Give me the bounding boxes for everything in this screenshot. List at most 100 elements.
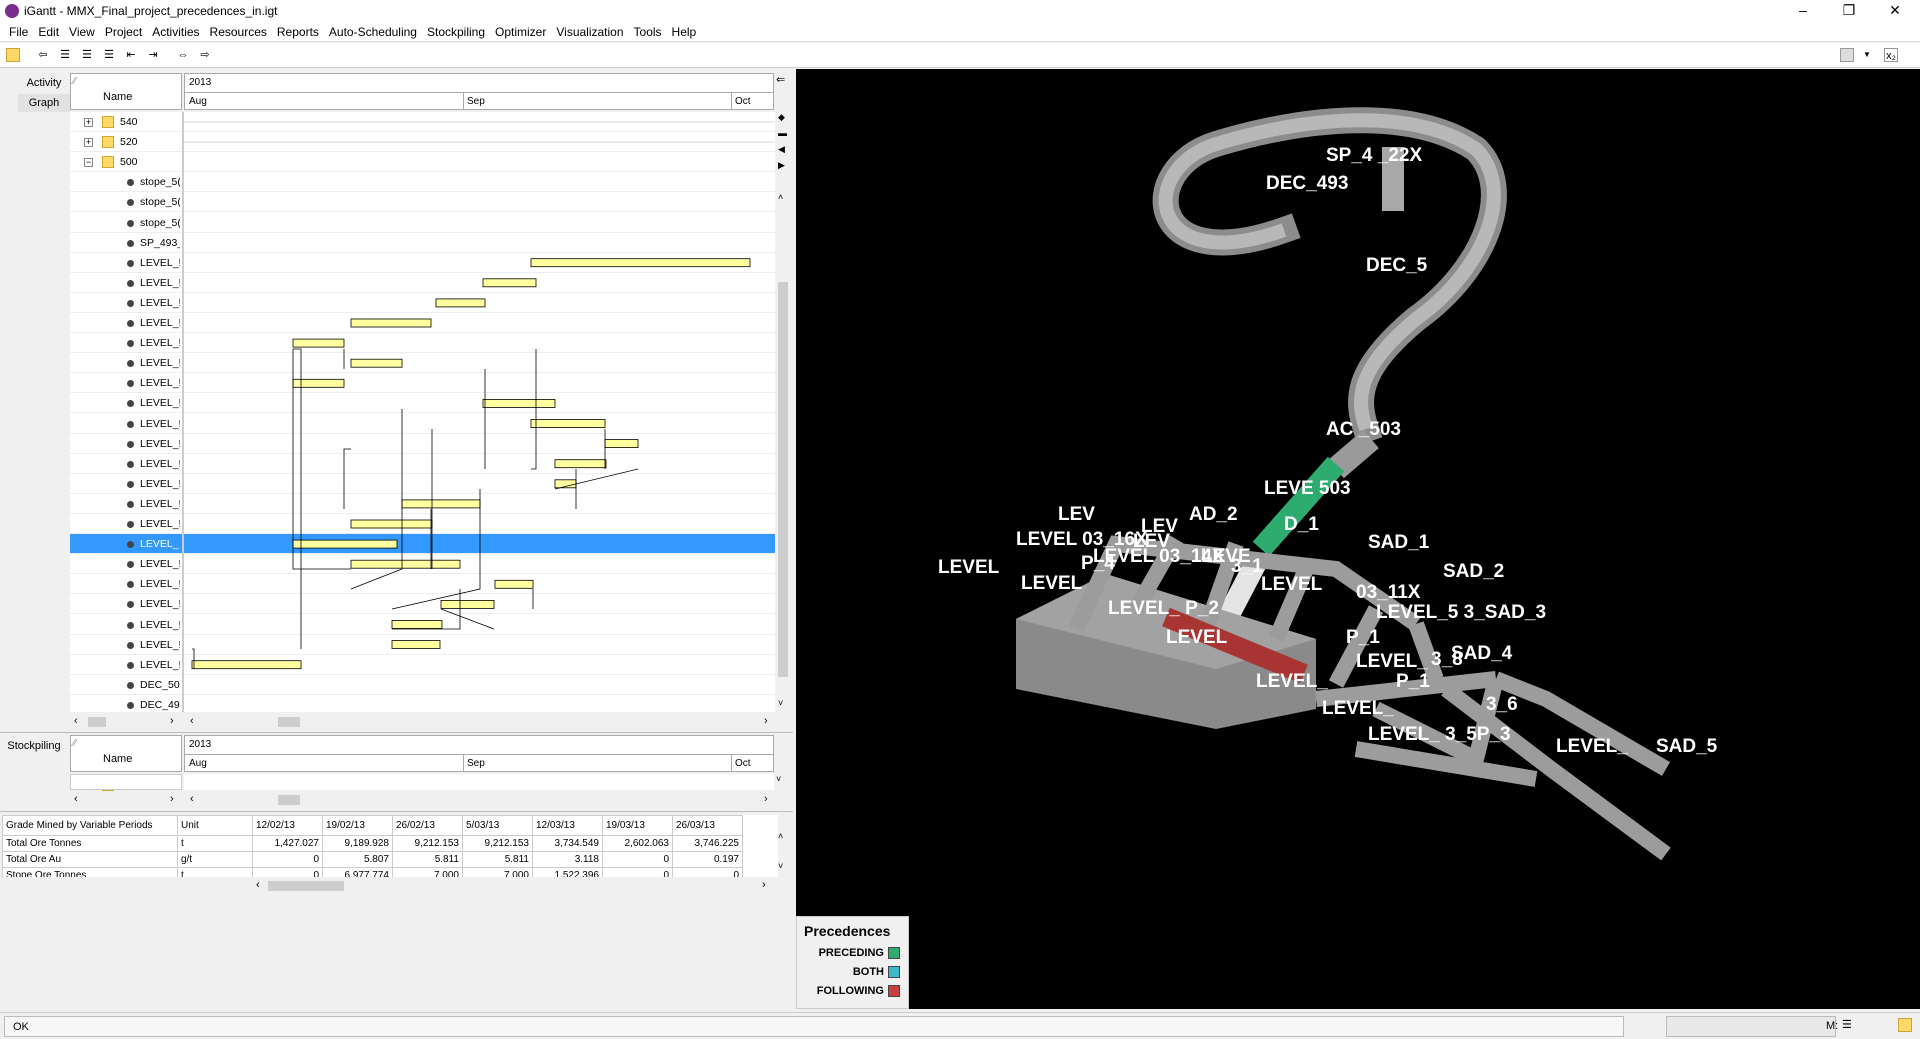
menu-reports[interactable]: Reports [272, 25, 324, 39]
scroll-minus-icon[interactable]: ▬ [778, 128, 787, 138]
gantt-bar[interactable] [191, 660, 302, 670]
gantt-bar[interactable] [401, 499, 481, 509]
gantt-bar[interactable] [350, 358, 403, 368]
split-icon[interactable]: ⇥ [146, 48, 160, 62]
gantt-bar[interactable] [292, 338, 345, 348]
mine-model[interactable] [796, 69, 1920, 1009]
menu-optimizer[interactable]: Optimizer [490, 25, 551, 39]
gantt-bar[interactable] [530, 258, 751, 268]
chart-hscroll-left-icon[interactable]: ‹ [190, 715, 194, 727]
name-hscrollbar[interactable]: ‹ › [70, 715, 182, 729]
unlink-icon[interactable]: ⇤ [124, 48, 138, 62]
scroll-down-icon[interactable]: ˅ [778, 698, 783, 708]
grade-cell[interactable]: 0 [672, 867, 743, 877]
close-button[interactable]: ✕ [1872, 0, 1918, 22]
chart-hscroll-thumb[interactable] [278, 717, 300, 727]
stockpiling-name-hscrollbar[interactable]: ‹ › [70, 793, 182, 807]
tab-graph[interactable]: Graph [18, 94, 70, 112]
grade-hscrollbar[interactable]: ‹ › [254, 879, 774, 893]
forward-arrow-icon[interactable]: ⇨ [198, 48, 212, 62]
grade-cell[interactable]: 7,000 [462, 867, 533, 877]
chart-hscrollbar[interactable]: ‹ › [186, 715, 776, 729]
back-arrow-icon[interactable]: ⇦ [36, 48, 50, 62]
3d-view[interactable]: SP_4 _22X DEC_493 DEC_5 AC _503 LEVE 503 LEV A… [796, 69, 1920, 1009]
gantt-bar[interactable] [391, 640, 441, 649]
grade-cell[interactable]: 9,212.153 [462, 835, 533, 852]
gantt-bar[interactable] [482, 398, 556, 408]
scroll-thumb[interactable] [778, 282, 788, 677]
link-icon[interactable]: ☰ [102, 48, 116, 62]
scroll-up-icon[interactable]: ˄ [778, 192, 783, 202]
grade-cell[interactable]: Total Ore Tonnes [2, 835, 178, 852]
grade-cell[interactable]: t [177, 835, 253, 852]
hscroll-right-icon[interactable]: › [170, 715, 174, 727]
grade-cell[interactable]: 0 [602, 867, 673, 877]
gantt-bar[interactable] [435, 298, 486, 308]
menu-file[interactable]: File [4, 25, 33, 39]
grade-cell[interactable]: 6,977.774 [322, 867, 393, 877]
fit-icon[interactable]: ⇔ [176, 48, 190, 62]
menu-resources[interactable]: Resources [205, 25, 272, 39]
gantt-bar[interactable] [440, 599, 495, 609]
stockpiling-chart-hscroll-right-icon[interactable]: › [764, 793, 768, 805]
stockpiling-chart-hscroll-left-icon[interactable]: ‹ [190, 793, 194, 805]
grade-cell[interactable]: 1,522.396 [532, 867, 603, 877]
grade-cell[interactable]: 9,212.153 [392, 835, 463, 852]
gantt-bar[interactable] [391, 620, 443, 629]
grade-hscroll-left-icon[interactable]: ‹ [256, 879, 260, 891]
subscript-icon[interactable]: x₂ [1884, 48, 1898, 62]
scroll-left-icon[interactable]: ◀ [778, 144, 785, 155]
expand-toggle-icon[interactable]: + [84, 138, 93, 148]
stockpiling-hscroll-right-icon[interactable]: › [170, 793, 174, 805]
grade-cell[interactable]: 3,746.225 [672, 835, 743, 852]
gantt-bar[interactable] [604, 439, 639, 449]
grade-hscroll-thumb[interactable] [268, 881, 344, 891]
grade-cell[interactable]: 0 [252, 851, 323, 868]
mode-icon[interactable]: ☰ [1842, 1018, 1858, 1032]
menu-stockpiling[interactable]: Stockpiling [422, 25, 490, 39]
grade-cell[interactable]: 9,189.928 [322, 835, 393, 852]
grade-cell[interactable]: 0 [602, 851, 673, 868]
menu-help[interactable]: Help [667, 25, 702, 39]
grade-cell[interactable]: 5.807 [322, 851, 393, 868]
grade-cell[interactable]: 0.197 [672, 851, 743, 868]
menu-project[interactable]: Project [100, 25, 147, 39]
vertical-scrollbar[interactable]: ◆ ▬ ◀ ▶ ˄ ˅ [776, 112, 790, 712]
grade-cell[interactable]: 3,734.549 [532, 835, 603, 852]
grade-cell[interactable]: 7,000 [392, 867, 463, 877]
grade-hscroll-right-icon[interactable]: › [762, 879, 766, 891]
grade-cell[interactable]: 5.811 [462, 851, 533, 868]
tab-stockpiling[interactable]: Stockpiling [4, 737, 64, 755]
scroll-right-icon[interactable]: ▶ [778, 160, 785, 171]
stockpiling-scroll-down-icon[interactable]: ˅ [776, 774, 781, 784]
grade-cell[interactable]: 3.118 [532, 851, 603, 868]
outdent-icon[interactable]: ☰ [80, 48, 94, 62]
grade-scroll-down-icon[interactable]: ˅ [778, 861, 783, 871]
menu-activities[interactable]: Activities [147, 25, 204, 39]
grade-cell[interactable]: 0 [252, 867, 323, 877]
grade-cell[interactable]: 1,427.027 [252, 835, 323, 852]
gantt-bar[interactable] [350, 318, 432, 328]
gantt-bar[interactable] [554, 459, 607, 469]
hscroll-left-icon[interactable]: ‹ [74, 715, 78, 727]
grade-cell[interactable]: g/t [177, 851, 253, 868]
grade-cell[interactable]: Total Ore Au [2, 851, 178, 868]
stockpiling-chart-hscroll-thumb[interactable] [278, 795, 300, 805]
chart-hscroll-right-icon[interactable]: › [764, 715, 768, 727]
grade-cell[interactable]: t [177, 867, 253, 877]
gantt-bar[interactable] [482, 278, 537, 288]
scroll-diamond-icon[interactable]: ◆ [778, 112, 785, 123]
gantt-bar[interactable] [292, 539, 398, 549]
menu-tools[interactable]: Tools [629, 25, 667, 39]
menu-view[interactable]: View [64, 25, 100, 39]
menu-auto-scheduling[interactable]: Auto-Scheduling [324, 25, 422, 39]
menu-visualization[interactable]: Visualization [551, 25, 628, 39]
stockpiling-name-header[interactable]: ⁄⁄ Name [70, 735, 182, 772]
gantt-bar[interactable] [350, 519, 433, 529]
expand-toggle-icon[interactable]: − [84, 158, 93, 168]
expand-toggle-icon[interactable]: + [84, 118, 93, 127]
gantt-bar[interactable] [350, 559, 461, 569]
grade-scroll-up-icon[interactable]: ˄ [778, 831, 783, 841]
grade-cell[interactable]: Stope Ore Tonnes [2, 867, 178, 877]
collapse-panel-icon[interactable]: ⇐ [776, 73, 790, 87]
